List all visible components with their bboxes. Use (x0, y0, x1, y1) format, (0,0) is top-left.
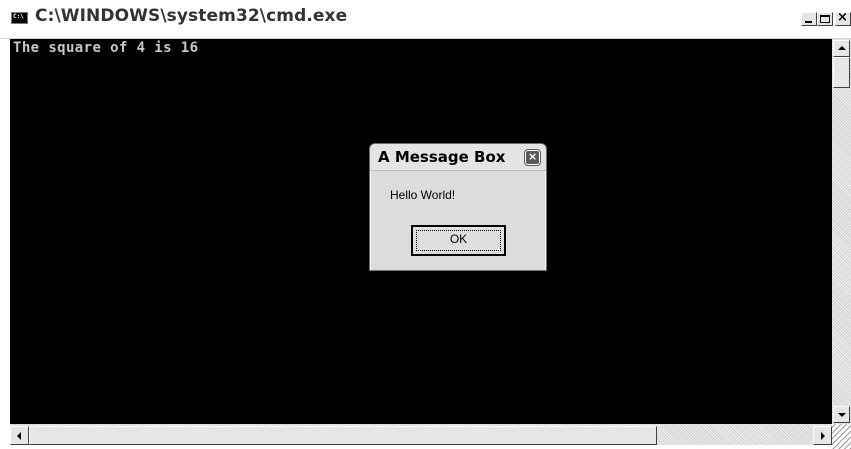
title-bar[interactable]: C:\ C:\WINDOWS\system32\cmd.exe × (0, 0, 851, 39)
minimize-icon (805, 21, 812, 23)
scroll-up-button[interactable] (833, 40, 850, 57)
vertical-scrollbar[interactable] (832, 39, 851, 424)
arrow-down-icon (838, 413, 846, 417)
ok-button-label: OK (449, 232, 468, 246)
arrow-right-icon (821, 432, 825, 440)
arrow-left-icon (17, 432, 21, 440)
scroll-down-button[interactable] (833, 406, 850, 423)
scroll-right-button[interactable] (813, 426, 832, 445)
message-box-dialog: A Message Box × Hello World! OK (369, 143, 547, 271)
scroll-left-button[interactable] (10, 426, 29, 445)
horizontal-scroll-thumb[interactable] (29, 426, 657, 445)
console-output-line: The square of 4 is 16 (13, 40, 199, 56)
horizontal-scrollbar[interactable] (10, 424, 832, 445)
arrow-up-icon (838, 46, 846, 50)
maximize-button[interactable] (817, 12, 833, 26)
console-app-icon[interactable]: C:\ (11, 12, 28, 24)
window-title: C:\WINDOWS\system32\cmd.exe (35, 6, 348, 26)
console-icon-text: C:\ (13, 13, 24, 20)
dialog-close-button[interactable]: × (524, 149, 541, 166)
minimize-button[interactable] (801, 12, 817, 26)
vertical-scroll-thumb[interactable] (833, 57, 850, 88)
dialog-message: Hello World! (390, 188, 456, 202)
close-icon: × (528, 150, 538, 163)
close-icon: × (837, 10, 848, 25)
dialog-title-bar[interactable]: A Message Box × (370, 144, 546, 171)
maximize-icon (820, 15, 830, 23)
ok-button[interactable]: OK (411, 225, 506, 256)
dialog-body: Hello World! OK (371, 171, 545, 270)
resize-grip[interactable] (832, 424, 851, 449)
close-button[interactable]: × (835, 10, 851, 26)
dialog-title: A Message Box (378, 148, 506, 166)
